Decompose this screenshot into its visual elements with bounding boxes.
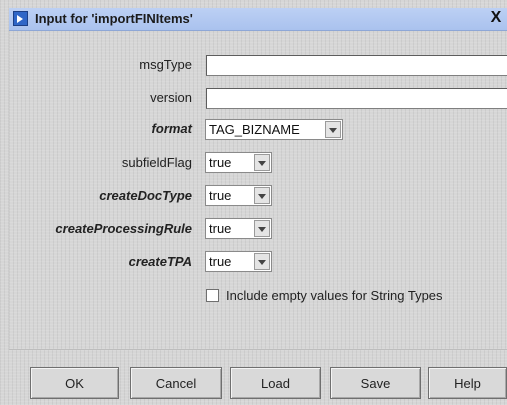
- field-label-subfieldflag: subfieldFlag: [121, 155, 192, 170]
- createdoctype-select[interactable]: true: [205, 185, 272, 206]
- chevron-down-icon[interactable]: [325, 121, 341, 138]
- msgtype-input[interactable]: [206, 55, 507, 76]
- field-label-createdoctype: createDocType: [99, 188, 192, 203]
- createdoctype-select-value: true: [209, 188, 232, 203]
- save-button[interactable]: Save: [330, 367, 421, 399]
- form-panel: msgType version format TAG_BIZNAME subfi…: [9, 31, 507, 350]
- createtpa-select[interactable]: true: [205, 251, 272, 272]
- format-select-value: TAG_BIZNAME: [209, 122, 300, 137]
- createprocessingrule-select[interactable]: true: [205, 218, 272, 239]
- createtpa-select-value: true: [209, 254, 232, 269]
- close-icon[interactable]: X: [487, 9, 505, 27]
- dialog-title: Input for 'importFINItems': [35, 11, 193, 26]
- cancel-button[interactable]: Cancel: [130, 367, 222, 399]
- ok-button[interactable]: OK: [30, 367, 119, 399]
- chevron-down-icon[interactable]: [254, 154, 270, 171]
- field-label-format: format: [151, 121, 192, 136]
- field-label-createtpa: createTPA: [128, 254, 192, 269]
- load-button[interactable]: Load: [230, 367, 321, 399]
- title-bar[interactable]: Input for 'importFINItems' X: [9, 8, 507, 31]
- input-dialog: Input for 'importFINItems' X msgType ver…: [0, 0, 507, 405]
- subfieldflag-select[interactable]: true: [205, 152, 272, 173]
- chevron-down-icon[interactable]: [254, 253, 270, 270]
- field-label-version: version: [150, 90, 192, 105]
- dialog-app-icon: [13, 11, 28, 26]
- chevron-down-icon[interactable]: [254, 220, 270, 237]
- include-empty-label[interactable]: Include empty values for String Types: [226, 288, 443, 303]
- field-label-createprocessingrule: createProcessingRule: [55, 221, 192, 236]
- field-label-msgtype: msgType: [139, 57, 192, 72]
- help-button[interactable]: Help: [428, 367, 507, 399]
- version-input[interactable]: [206, 88, 507, 109]
- chevron-down-icon[interactable]: [254, 187, 270, 204]
- createprocessingrule-select-value: true: [209, 221, 232, 236]
- include-empty-checkbox[interactable]: [206, 289, 219, 302]
- subfieldflag-select-value: true: [209, 155, 232, 170]
- format-select[interactable]: TAG_BIZNAME: [205, 119, 343, 140]
